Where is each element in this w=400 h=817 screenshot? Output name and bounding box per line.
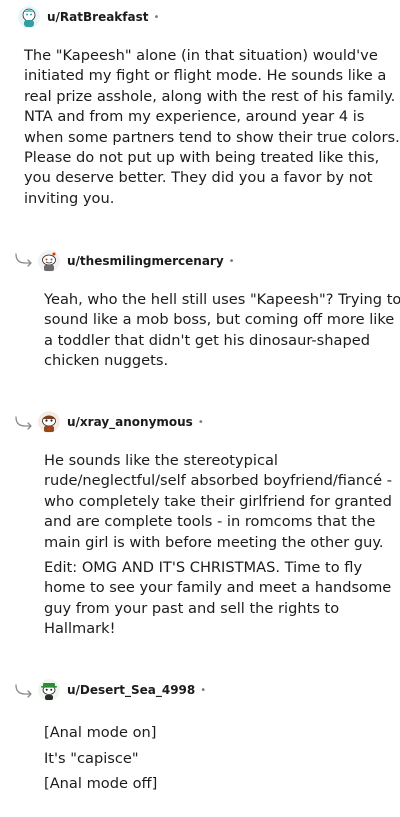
comment-line: rude/neglectful/self absorbed boyfriend/… (44, 472, 393, 490)
comment-body: Yeah, who the hell still uses "Kapeesh"?… (44, 290, 400, 372)
username[interactable]: u/RatBreakfast (47, 10, 148, 24)
meta-separator: • (153, 11, 160, 23)
comment-line: a toddler that didn't get his dinosaur-s… (44, 331, 370, 349)
comment-line: Hallmark! (44, 620, 116, 638)
comment-header: u/thesmilingmercenary • (38, 249, 235, 273)
comment-line: main girl is with before meeting the oth… (44, 533, 384, 551)
reply-arrow-icon (14, 416, 34, 430)
comment-line: NTA and from my experience, around year … (24, 108, 365, 126)
comment-body: [Anal mode on] It's "capisce" [Anal mode… (44, 720, 157, 797)
comment-line: when some partners tend to show their tr… (24, 128, 400, 146)
comment-line: guy from your past and sell the rights t… (44, 599, 340, 617)
comment-line: Yeah, who the hell still uses "Kapeesh"?… (44, 291, 400, 308)
comment-line: real prize asshole, along with the rest … (24, 87, 396, 105)
comment-line: [Anal mode off] (44, 775, 158, 792)
comment-line: He sounds like the stereotypical (44, 452, 278, 469)
comment-line: home to see your family and meet a hands… (44, 579, 392, 597)
comment-body: The "Kapeesh" alone (in that situation) … (24, 46, 400, 209)
comment-line: sound like a mob boss, but coming off mo… (44, 311, 395, 329)
comment-line: The "Kapeesh" alone (in that situation) … (24, 47, 378, 64)
comment-line: chicken nuggets. (44, 352, 169, 370)
snoo-avatar-icon[interactable] (38, 679, 60, 701)
comment-body: He sounds like the stereotypical rude/ne… (44, 451, 392, 553)
username[interactable]: u/xray_anonymous (67, 415, 193, 429)
username[interactable]: u/Desert_Sea_4998 (67, 683, 195, 697)
comment-line: who completely take their girlfriend for… (44, 492, 392, 510)
reply-arrow-icon (14, 253, 34, 267)
snoo-avatar-icon[interactable] (38, 411, 60, 433)
comment-line: [Anal mode on] (44, 724, 157, 741)
meta-separator: • (197, 416, 204, 428)
comment-header: u/xray_anonymous • (38, 410, 204, 434)
comment-line: you deserve better. They did you a favor… (24, 169, 373, 187)
comment-line: initiated my fight or flight mode. He so… (24, 67, 387, 85)
comment-header: u/RatBreakfast • (18, 5, 159, 29)
comment-line: Edit: OMG AND IT'S CHRISTMAS. Time to fl… (44, 559, 363, 576)
comment-line: inviting you. (24, 189, 115, 207)
comment-header: u/Desert_Sea_4998 • (38, 678, 206, 702)
meta-separator: • (228, 255, 235, 267)
comment-line: Please do not put up with being treated … (24, 149, 380, 167)
snoo-avatar-icon[interactable] (18, 6, 40, 28)
snoo-avatar-icon[interactable] (38, 250, 60, 272)
reply-arrow-icon (14, 684, 34, 698)
comment-edit: Edit: OMG AND IT'S CHRISTMAS. Time to fl… (44, 558, 391, 640)
username[interactable]: u/thesmilingmercenary (67, 254, 224, 268)
meta-separator: • (200, 684, 207, 696)
comment-line: and are complete tools - in romcoms that… (44, 513, 376, 531)
comment-line: It's "capisce" (44, 749, 139, 767)
